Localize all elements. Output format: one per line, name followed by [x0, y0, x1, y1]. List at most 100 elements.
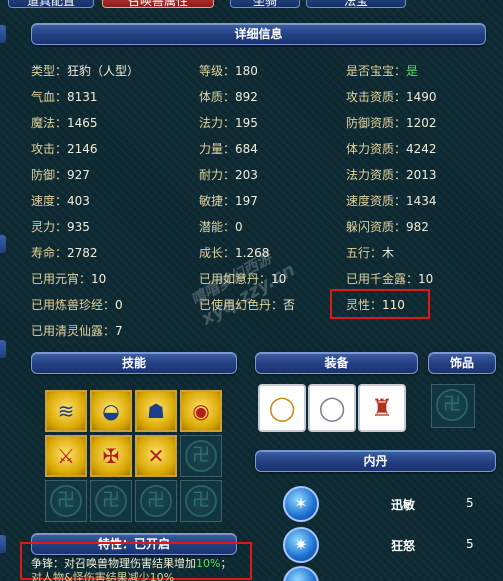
stat-value: 927 — [67, 168, 90, 182]
skill-slot-empty[interactable] — [180, 480, 222, 522]
tab-items[interactable]: 道具配置 — [8, 0, 94, 8]
tab-pet-attributes[interactable]: 召唤兽属性 — [102, 0, 214, 8]
side-handle — [0, 25, 6, 43]
trait-desc-text: 争锋：对召唤兽物理伤害结果增加 — [31, 557, 196, 570]
stat-label: 体质： — [199, 90, 236, 104]
stat-label: 速度： — [31, 194, 68, 208]
stat-value: 1490 — [406, 90, 437, 104]
stat-label: 等级： — [199, 64, 236, 78]
stat-value: 197 — [235, 194, 258, 208]
equipment-slot-collar[interactable]: ◯ — [258, 384, 306, 432]
stat-value: 否 — [283, 298, 296, 312]
stat-value: 892 — [235, 90, 258, 104]
stat-label: 已用元宵： — [31, 272, 92, 286]
stat-label: 五行： — [346, 246, 383, 260]
skill-slot-empty[interactable] — [180, 435, 222, 477]
stat-label: 防御资质： — [346, 116, 407, 130]
stat-item: 速度资质：1434 — [346, 193, 437, 209]
stat-label: 体力资质： — [346, 142, 407, 156]
stat-value: 0 — [115, 298, 123, 312]
stat-label: 魔法： — [31, 116, 68, 130]
skill-claw-icon: ≋ — [57, 399, 75, 423]
empty-seal-icon — [95, 485, 127, 517]
skill-bite-icon: ◒ — [102, 399, 120, 423]
neidan-row[interactable]: ✶ 迅敏 5 — [283, 486, 493, 522]
detail-header: 详细信息 — [31, 23, 486, 45]
stat-item: 灵力：935 — [31, 219, 90, 235]
stat-item: 敏捷：197 — [199, 193, 258, 209]
neidan-level: 5 — [466, 537, 474, 551]
skill-flame-icon: ◉ — [192, 399, 210, 423]
stat-value: 982 — [406, 220, 429, 234]
side-handle — [0, 535, 6, 553]
stat-label: 寿命： — [31, 246, 68, 260]
skill-slot[interactable]: ≋ — [45, 390, 87, 432]
skill-slot[interactable]: ◒ — [90, 390, 132, 432]
skill-slot[interactable]: ✠ — [90, 435, 132, 477]
stat-value: 1202 — [406, 116, 437, 130]
stat-label: 已用千金露： — [346, 272, 419, 286]
stat-value: 403 — [67, 194, 90, 208]
equipment-slot-armor[interactable]: ♜ — [358, 384, 406, 432]
stat-item: 攻击：2146 — [31, 141, 98, 157]
skill-figure-icon: ☗ — [147, 399, 165, 423]
neidan-row[interactable] — [283, 566, 493, 581]
accessory-header: 饰品 — [428, 352, 496, 374]
stat-label: 法力资质： — [346, 168, 407, 182]
empty-seal-icon — [185, 440, 217, 472]
skill-slot[interactable]: ✕ — [135, 435, 177, 477]
accessory-slot[interactable] — [431, 384, 475, 428]
stat-value: 8131 — [67, 90, 98, 104]
neidan-row[interactable]: ✷ 狂怒 5 — [283, 527, 493, 563]
stat-label: 躲闪资质： — [346, 220, 407, 234]
neidan-icon — [283, 566, 319, 581]
skill-slot[interactable]: ◉ — [180, 390, 222, 432]
stat-value: 7 — [115, 324, 123, 338]
skill-slot-empty[interactable] — [90, 480, 132, 522]
stat-value: 狂豹（人型） — [67, 64, 140, 78]
neidan-level: 5 — [466, 496, 474, 510]
skill-slot[interactable]: ☗ — [135, 390, 177, 432]
tab-mount[interactable]: 坐骑 — [230, 0, 300, 8]
stat-label: 已用清灵仙露： — [31, 324, 116, 338]
stat-value: 10 — [91, 272, 107, 286]
stat-value: 0 — [235, 220, 243, 234]
stat-value: 4242 — [406, 142, 437, 156]
stat-item: 已用元宵：10 — [31, 271, 106, 287]
tab-magic-treasure[interactable]: 法宝 — [306, 0, 406, 8]
stat-label: 敏捷： — [199, 194, 236, 208]
skills-header: 技能 — [31, 352, 237, 374]
trait-desc-value: 10% — [196, 557, 221, 570]
spirit-highlight-box — [330, 289, 430, 319]
empty-seal-icon — [436, 389, 468, 421]
stat-item: 已用炼兽珍经：0 — [31, 297, 123, 313]
stat-item: 潜能：0 — [199, 219, 243, 235]
stat-label: 攻击资质： — [346, 90, 407, 104]
stat-item: 攻击资质：1490 — [346, 89, 437, 105]
stat-value: 木 — [382, 246, 395, 260]
stat-item: 法力资质：2013 — [346, 167, 437, 183]
stat-item: 体质：892 — [199, 89, 258, 105]
equipment-slot-bracelet[interactable]: ◯ — [308, 384, 356, 432]
stat-item: 类型：狂豹（人型） — [31, 63, 139, 79]
stat-item: 是否宝宝：是 — [346, 63, 418, 79]
stat-item: 速度：403 — [31, 193, 90, 209]
stat-label: 灵力： — [31, 220, 68, 234]
stat-item: 法力：195 — [199, 115, 258, 131]
armor-icon: ♜ — [371, 394, 393, 422]
stat-label: 防御： — [31, 168, 68, 182]
stat-label: 类型： — [31, 64, 68, 78]
skill-slot-empty[interactable] — [135, 480, 177, 522]
skill-strike-icon: ✠ — [102, 444, 120, 468]
skill-slot[interactable]: ⚔ — [45, 435, 87, 477]
stat-label: 力量： — [199, 142, 236, 156]
neidan-header: 内丹 — [255, 450, 496, 472]
stat-item: 气血：8131 — [31, 89, 98, 105]
skill-sword-icon: ⚔ — [57, 444, 75, 468]
skill-slot-empty[interactable] — [45, 480, 87, 522]
stat-value: 1465 — [67, 116, 98, 130]
stat-item: 已用清灵仙露：7 — [31, 323, 123, 339]
stat-value: 2013 — [406, 168, 437, 182]
stat-label: 是否宝宝： — [346, 64, 407, 78]
stat-item: 五行：木 — [346, 245, 394, 261]
